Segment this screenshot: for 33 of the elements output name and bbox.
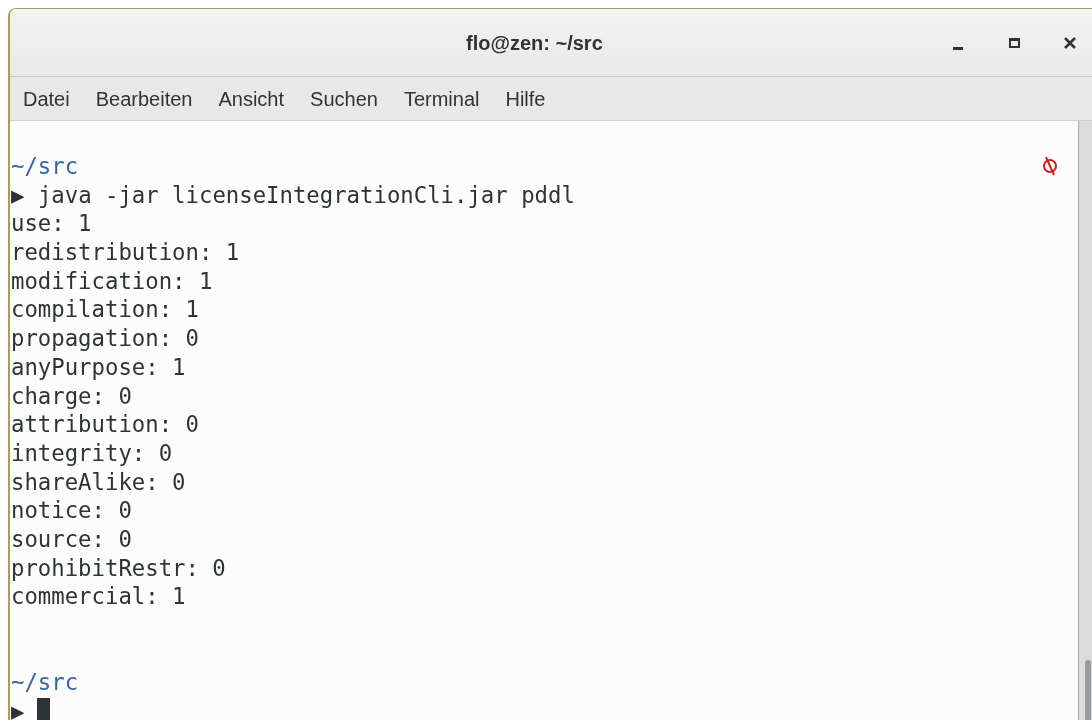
output-line: propagation: 0 [11,325,199,352]
minimize-icon [953,46,963,50]
menu-item[interactable]: Terminal [403,83,480,114]
text-cursor [37,698,51,720]
close-icon [1064,36,1076,49]
menu-item[interactable]: Datei [23,83,70,114]
menu-item[interactable]: Bearbeiten [95,83,193,114]
maximize-icon [1008,37,1020,48]
output-line: use: 1 [11,210,92,237]
output-line: integrity: 0 [11,439,173,466]
prompt-symbol: ▶ [11,181,25,208]
directory-path: ~/src [11,153,79,179]
output-line: commercial: 1 [11,583,186,610]
output-line: compilation: 1 [11,296,199,323]
output-line: source: 0 [11,525,132,552]
window-title: flo@zen: ~/src [466,30,603,56]
menu-item[interactable]: Hilfe [505,83,546,114]
prohibited-icon [1042,155,1058,177]
menu-item[interactable]: Suchen [310,83,378,114]
prompt-symbol: ▶ [11,697,25,720]
command-text: java -jar licenseIntegrationCli.jar pddl [37,181,575,208]
output-line: shareAlike: 0 [11,468,186,495]
output-line: modification: 1 [11,267,213,294]
output-line: prohibitRestr: 0 [11,554,226,581]
menu-item[interactable]: Ansicht [218,83,285,114]
output-line: redistribution: 1 [11,239,240,266]
output-line: attribution: 0 [11,411,199,438]
scrollbar[interactable] [1078,121,1092,720]
output-line: charge: 0 [11,382,132,409]
output-line: anyPurpose: 1 [11,353,186,380]
output-line: notice: 0 [11,497,132,524]
scrollbar-thumb[interactable] [1085,660,1091,720]
directory-path: ~/src [11,669,79,696]
